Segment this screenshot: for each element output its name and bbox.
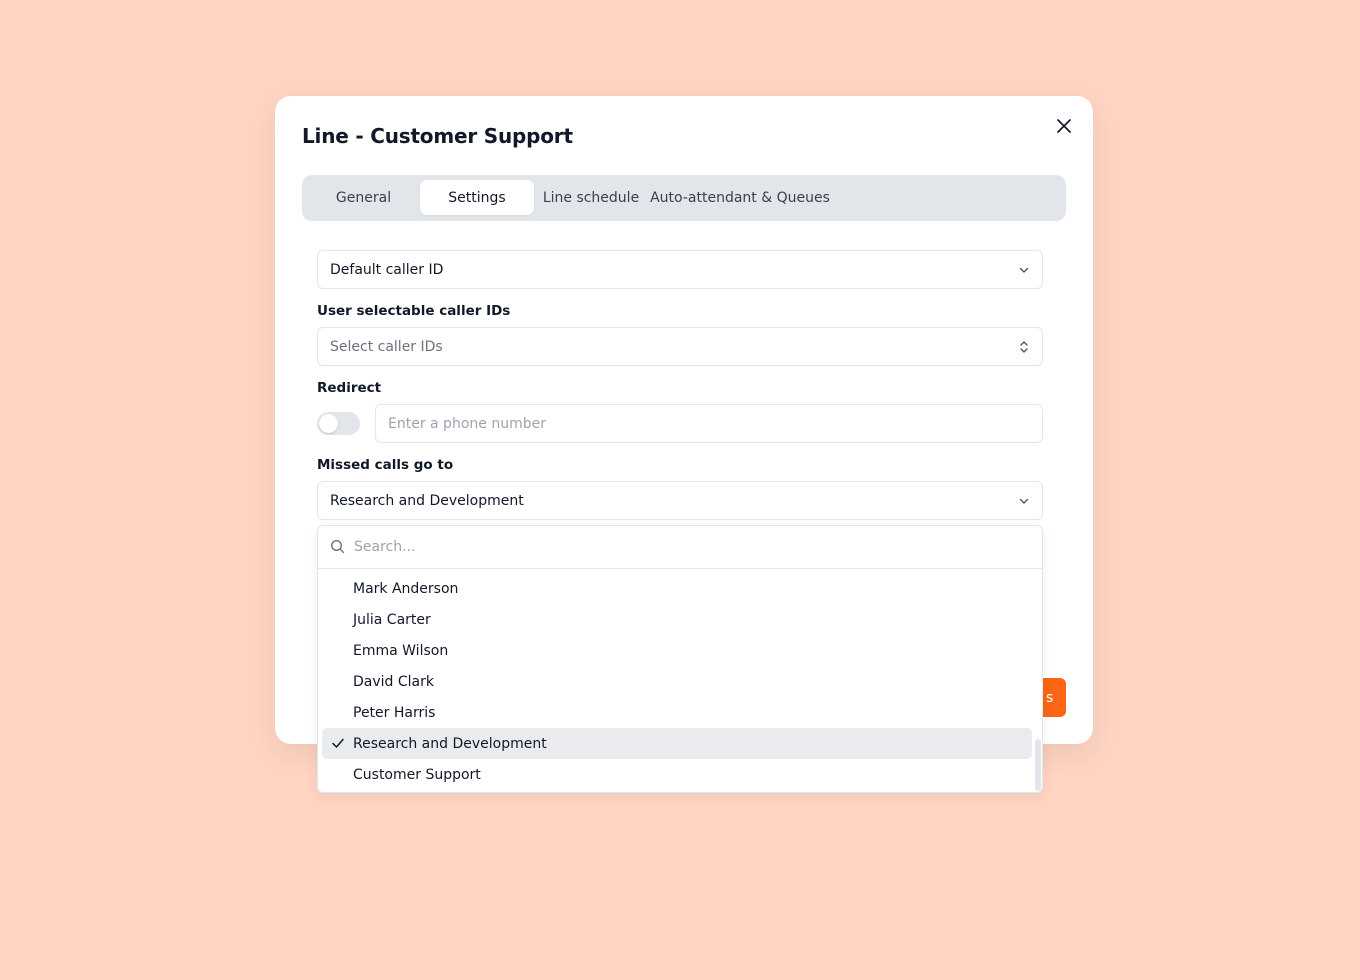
list-item[interactable]: Mark Anderson (322, 573, 1032, 604)
modal-title: Line - Customer Support (302, 124, 573, 148)
chevron-down-icon (1018, 264, 1030, 276)
missed-calls-dropdown: Mark Anderson Julia Carter Emma Wilson D… (317, 525, 1043, 793)
dropdown-search-input[interactable] (352, 532, 1022, 562)
tab-bar: General Settings Line schedule Auto-atte… (302, 175, 1066, 221)
dropdown-search-row (318, 526, 1042, 569)
chevron-down-icon (1018, 495, 1030, 507)
missed-calls-value: Research and Development (330, 492, 524, 509)
option-label: Emma Wilson (353, 642, 449, 659)
list-item[interactable]: Customer Support (322, 759, 1032, 790)
redirect-label: Redirect (317, 380, 382, 396)
default-caller-id-value: Default caller ID (330, 261, 444, 278)
option-label: David Clark (353, 673, 434, 690)
user-selectable-caller-ids-label: User selectable caller IDs (317, 303, 511, 319)
tab-auto-attendant-queues[interactable]: Auto-attendant & Queues (650, 180, 830, 215)
list-item-selected[interactable]: Research and Development (322, 728, 1032, 759)
close-icon (1057, 119, 1071, 133)
list-item[interactable]: Emma Wilson (322, 635, 1032, 666)
default-caller-id-select[interactable]: Default caller ID (317, 250, 1043, 289)
option-label: Customer Support (353, 766, 481, 783)
check-icon (331, 736, 345, 750)
dropdown-scrollbar[interactable] (1035, 739, 1041, 791)
tab-settings[interactable]: Settings (420, 180, 534, 215)
list-item[interactable]: Peter Harris (322, 697, 1032, 728)
option-label: Peter Harris (353, 704, 436, 721)
tab-line-schedule[interactable]: Line schedule (537, 180, 645, 215)
dropdown-options: Mark Anderson Julia Carter Emma Wilson D… (322, 573, 1032, 790)
tab-general[interactable]: General (308, 180, 419, 215)
chevron-up-down-icon (1018, 340, 1030, 354)
toggle-knob (319, 414, 338, 433)
phone-number-input[interactable] (375, 404, 1043, 443)
option-label: Research and Development (353, 735, 547, 752)
close-button[interactable] (1052, 114, 1076, 138)
list-item[interactable]: David Clark (322, 666, 1032, 697)
option-label: Mark Anderson (353, 580, 459, 597)
missed-calls-select[interactable]: Research and Development (317, 481, 1043, 520)
user-selectable-caller-ids-select[interactable]: Select caller IDs (317, 327, 1043, 366)
list-item[interactable]: Julia Carter (322, 604, 1032, 635)
caller-ids-placeholder: Select caller IDs (330, 338, 443, 355)
redirect-toggle[interactable] (317, 412, 360, 435)
save-button-label: s (1046, 689, 1054, 706)
missed-calls-label: Missed calls go to (317, 457, 454, 473)
search-icon (330, 539, 345, 554)
option-label: Julia Carter (353, 611, 431, 628)
